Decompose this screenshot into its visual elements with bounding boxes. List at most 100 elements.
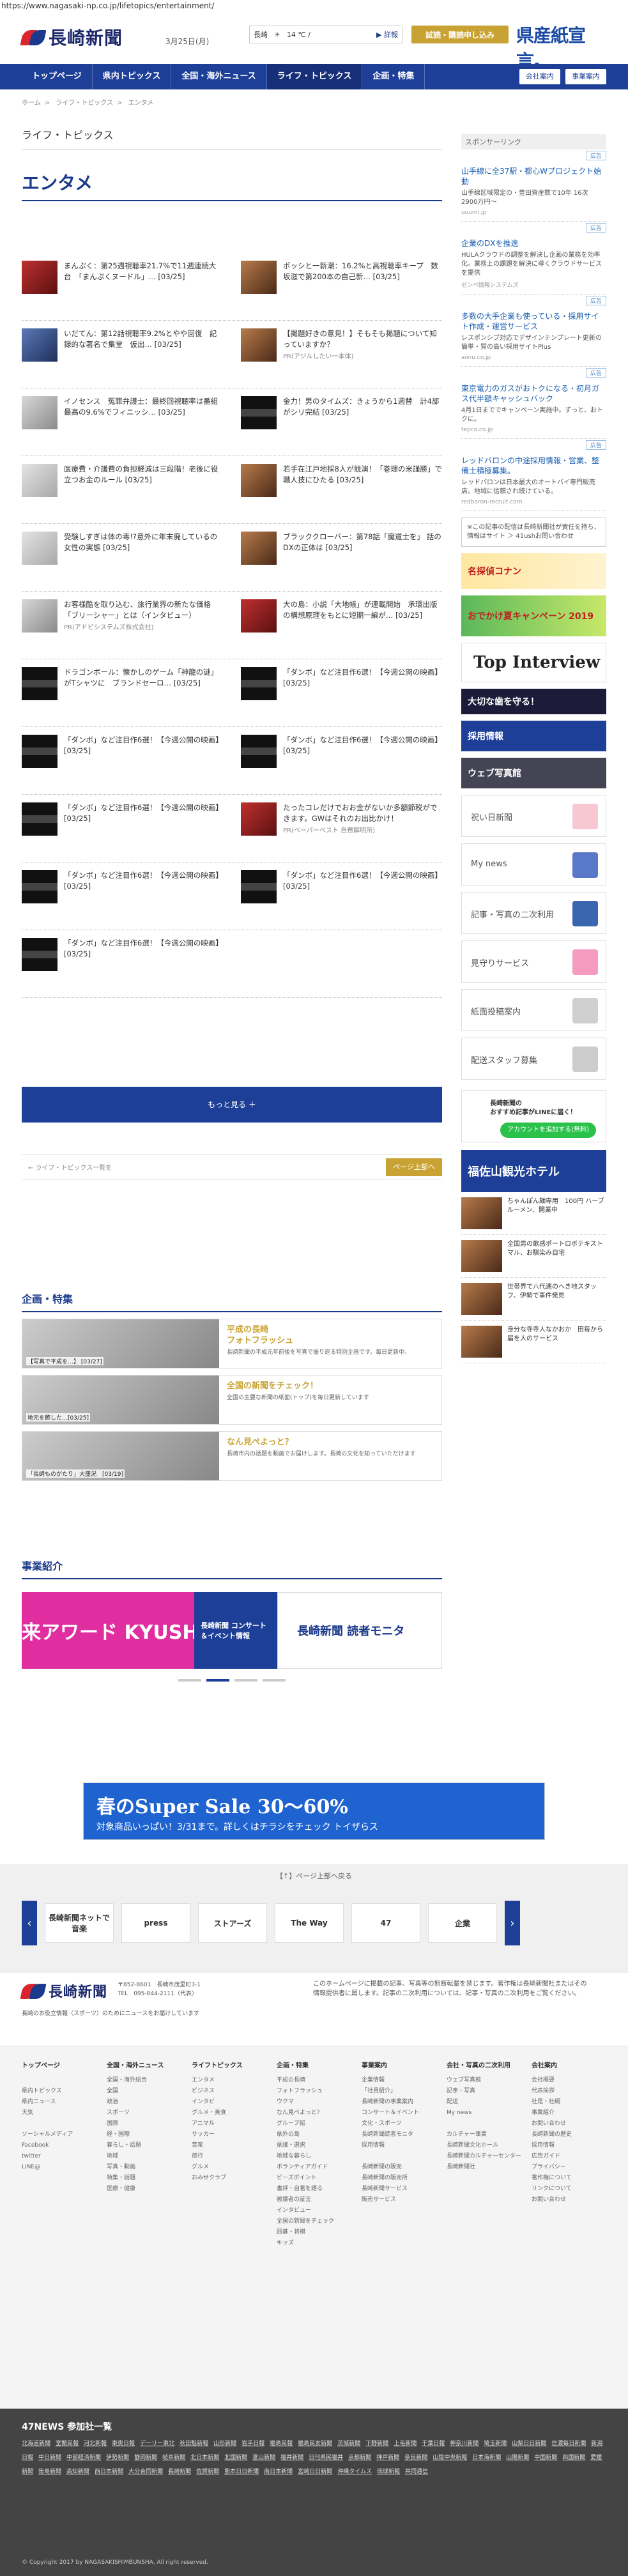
sitemap-link[interactable]: twitter bbox=[22, 2151, 96, 2162]
article-title[interactable]: イノセンス 冤罪弁護士：最終回視聴率は番組最高の9.6%でフィニッシ… bbox=[64, 397, 218, 417]
article-thumbnail[interactable] bbox=[241, 802, 277, 836]
sitemap-link[interactable]: お問い合わせ bbox=[532, 2119, 606, 2129]
article-title[interactable]: いだてん：第12話視聴率9.2%とやや回復 記録的な著名で集堂 仮出… bbox=[64, 329, 217, 349]
sitemap-link[interactable]: おみせクラブ bbox=[192, 2173, 266, 2184]
sitemap-link[interactable]: ビジネス bbox=[192, 2086, 266, 2097]
article-item[interactable]: ドラゴンボール：懐かしのゲーム「神龍の謎」がTシャツに ブランドセーロ… [03… bbox=[22, 667, 223, 726]
partner-paper-link[interactable]: 中国新聞 bbox=[534, 2455, 557, 2461]
sitemap-link[interactable]: 旅行 bbox=[192, 2151, 266, 2162]
article-item[interactable]: 医療費・介護費の負担軽減は三段階！老後に役立つお金のルール [03/25] bbox=[22, 464, 223, 523]
nav-features[interactable]: 企画・特集 bbox=[362, 64, 425, 89]
back-to-top-link[interactable]: 【↑】ページ上部へ戻る bbox=[0, 1871, 628, 1881]
sitemap-link[interactable]: 国際 bbox=[107, 2119, 181, 2129]
sitemap-link[interactable]: 全国 bbox=[107, 2086, 181, 2097]
page-top-button[interactable]: ページ上部へ bbox=[386, 1158, 442, 1176]
feature-image[interactable]: 「長崎ものがたり」大盛況 [03/19] bbox=[22, 1432, 219, 1480]
partner-paper-link[interactable]: 神奈川新聞 bbox=[450, 2441, 479, 2447]
partner-paper-link[interactable]: 河北新報 bbox=[84, 2441, 107, 2447]
article-thumbnail[interactable] bbox=[22, 667, 57, 700]
nav-top[interactable]: トップページ bbox=[22, 64, 93, 89]
partner-paper-link[interactable]: 北海道新聞 bbox=[22, 2441, 50, 2447]
breadcrumb-life[interactable]: ライフ・トピックス bbox=[56, 100, 113, 107]
partner-paper-link[interactable]: 福井新聞 bbox=[280, 2455, 303, 2461]
sitemap-link[interactable]: 長崎新聞カルチャーセンター bbox=[447, 2151, 521, 2162]
article-title[interactable]: 受験しすぎは体の毒!?意外に年末廃しているの女性の実態 bbox=[64, 532, 217, 552]
sitemap-link[interactable]: 企業情報 bbox=[362, 2075, 436, 2086]
nav-life-topics[interactable]: ライフ・トピックス bbox=[266, 64, 363, 89]
sitemap-link[interactable]: 長崎新聞の販売所 bbox=[362, 2173, 436, 2184]
article-item[interactable]: 受験しすぎは体の毒!?意外に年末廃しているの女性の実態 [03/25] bbox=[22, 532, 223, 591]
sitemap-heading[interactable]: ライフトピックス bbox=[192, 2060, 266, 2071]
sitemap-link[interactable] bbox=[447, 2119, 521, 2129]
more-button[interactable]: もっと見る ＋ bbox=[22, 1087, 442, 1123]
article-item[interactable]: 「ダンボ」など注目作6選！【今週公開の映画】 [03/25] bbox=[241, 735, 442, 794]
sitemap-link[interactable]: My news bbox=[447, 2108, 521, 2119]
partner-paper-link[interactable]: 室蘭民報 bbox=[56, 2441, 79, 2447]
business-info-button[interactable]: 事業案内 bbox=[565, 69, 606, 84]
partner-paper-link[interactable]: 岩手日報 bbox=[241, 2441, 264, 2447]
feature-title[interactable]: なん見ぺよっと？ bbox=[227, 1437, 434, 1448]
sitemap-link[interactable]: 会社概要 bbox=[532, 2075, 606, 2086]
sitemap-link[interactable]: エンタメ bbox=[192, 2075, 266, 2086]
footer-logo[interactable]: 長崎新聞 bbox=[20, 1981, 107, 2001]
partner-link[interactable]: ストアーズ bbox=[198, 1903, 267, 1943]
partner-paper-link[interactable]: 南日本新聞 bbox=[264, 2469, 293, 2475]
article-thumbnail[interactable] bbox=[22, 938, 57, 971]
feature-title[interactable]: 平成の長崎 フォトフラッシュ bbox=[227, 1324, 434, 1346]
article-thumbnail[interactable] bbox=[241, 667, 277, 700]
partner-paper-link[interactable]: 東奥日報 bbox=[112, 2441, 135, 2447]
partner-paper-link[interactable]: デーリー東北 bbox=[140, 2441, 174, 2447]
back-to-list-link[interactable]: ← ライフ・トピックス一覧を bbox=[28, 1162, 112, 1172]
sitemap-link[interactable]: コンサート＆イベント bbox=[362, 2108, 436, 2119]
article-title[interactable]: 「ダンボ」など注目作6選！【今週公開の映画】 bbox=[64, 871, 223, 880]
sitemap-link[interactable]: 長崎新聞社 bbox=[447, 2162, 521, 2173]
partner-paper-link[interactable]: 熊本日日新聞 bbox=[224, 2469, 259, 2475]
line-add-button[interactable]: アカウントを追加する(無料) bbox=[500, 1123, 596, 1138]
partner-paper-link[interactable]: 日本海新聞 bbox=[472, 2455, 501, 2461]
partner-paper-link[interactable]: 共同通信 bbox=[405, 2469, 428, 2475]
slide-award[interactable]: 来アワード KYUSHUへ。 bbox=[22, 1592, 252, 1669]
sitemap-link[interactable]: 囲碁・将棋 bbox=[277, 2227, 351, 2238]
partner-paper-link[interactable]: 岐阜新聞 bbox=[162, 2455, 185, 2461]
partner-paper-link[interactable]: 長崎新聞 bbox=[168, 2469, 191, 2475]
article-item[interactable]: ポッシと一新潮：16.2%と高視聴率キープ 数坂滋で第200本の自己新… [03… bbox=[241, 261, 442, 320]
article-item[interactable]: イノセンス 冤罪弁護士：最終回視聴率は番組最高の9.6%でフィニッシ… [03/… bbox=[22, 396, 223, 456]
service-link[interactable]: 配送スタッフ募集 bbox=[461, 1038, 606, 1080]
address-bar[interactable]: https://www.nagasaki-np.co.jp/lifetopics… bbox=[0, 0, 628, 12]
partner-link[interactable]: 長崎新聞ネットで音楽 bbox=[45, 1903, 114, 1943]
article-thumbnail[interactable] bbox=[241, 870, 277, 903]
banner-dental[interactable]: 大切な歯を守る！ bbox=[461, 689, 606, 714]
sitemap-link[interactable]: 写真・動画 bbox=[107, 2162, 181, 2173]
article-thumbnail[interactable] bbox=[22, 464, 57, 497]
side-news-item[interactable]: ちゃんぽん麺専用 100円 ハーブルーメン、開業中 bbox=[461, 1192, 606, 1235]
article-thumbnail[interactable] bbox=[241, 261, 277, 294]
sitemap-link[interactable]: アニマル bbox=[192, 2119, 266, 2129]
sitemap-link[interactable]: ソーシャルメディア bbox=[22, 2129, 96, 2140]
sitemap-heading[interactable]: 会社案内 bbox=[532, 2060, 606, 2071]
partner-link[interactable]: 企業 bbox=[428, 1903, 497, 1943]
sitemap-link[interactable]: 販売サービス bbox=[362, 2195, 436, 2205]
sitemap-link[interactable] bbox=[22, 2075, 96, 2086]
sitemap-link[interactable]: インタビュー bbox=[277, 2205, 351, 2216]
sitemap-link[interactable] bbox=[362, 2151, 436, 2162]
sitemap-link[interactable]: グループ紹 bbox=[277, 2119, 351, 2129]
partner-paper-link[interactable]: 京都新聞 bbox=[348, 2455, 371, 2461]
partner-paper-link[interactable]: 中日新聞 bbox=[38, 2455, 61, 2461]
sitemap-link[interactable]: お問い合わせ bbox=[532, 2195, 606, 2205]
article-thumbnail[interactable] bbox=[22, 735, 57, 768]
sitemap-link[interactable]: 長崎新聞文化ホール bbox=[447, 2140, 521, 2151]
banner-fukusaya-hotel[interactable]: 福佐山観光ホテル bbox=[461, 1150, 606, 1192]
article-thumbnail[interactable] bbox=[241, 532, 277, 565]
partner-paper-link[interactable]: 宮崎日日新聞 bbox=[298, 2469, 332, 2475]
feature-item[interactable]: 【写真で平成を…】 [03/27] 平成の長崎 フォトフラッシュ 長崎新聞の平成元年… bbox=[22, 1319, 442, 1368]
sitemap-link[interactable]: 県外の島 bbox=[277, 2129, 351, 2140]
sponsor-item[interactable]: 広告 東京電力のガスがおトクになる・初月ガス代半額キャッシュバック 4月1日まででキ… bbox=[461, 367, 606, 439]
sitemap-link[interactable]: グルメ bbox=[192, 2162, 266, 2173]
partner-paper-link[interactable]: 下野新聞 bbox=[365, 2441, 388, 2447]
banner-recruit[interactable]: 採用情報 bbox=[461, 721, 606, 751]
side-news-thumbnail[interactable] bbox=[461, 1197, 502, 1229]
article-item[interactable]: ブラッククローバー：第78話「魔道士を」 話のDXの正体は [03/25] bbox=[241, 532, 442, 591]
sponsor-item[interactable]: 広告 企業のDXを推進 HULAクラウドの調整を解決し企画の業務を効率化。業務上の課… bbox=[461, 222, 606, 295]
sitemap-link[interactable]: 全国・海外総合 bbox=[107, 2075, 181, 2086]
sitemap-link[interactable]: 医療・健康 bbox=[107, 2184, 181, 2195]
